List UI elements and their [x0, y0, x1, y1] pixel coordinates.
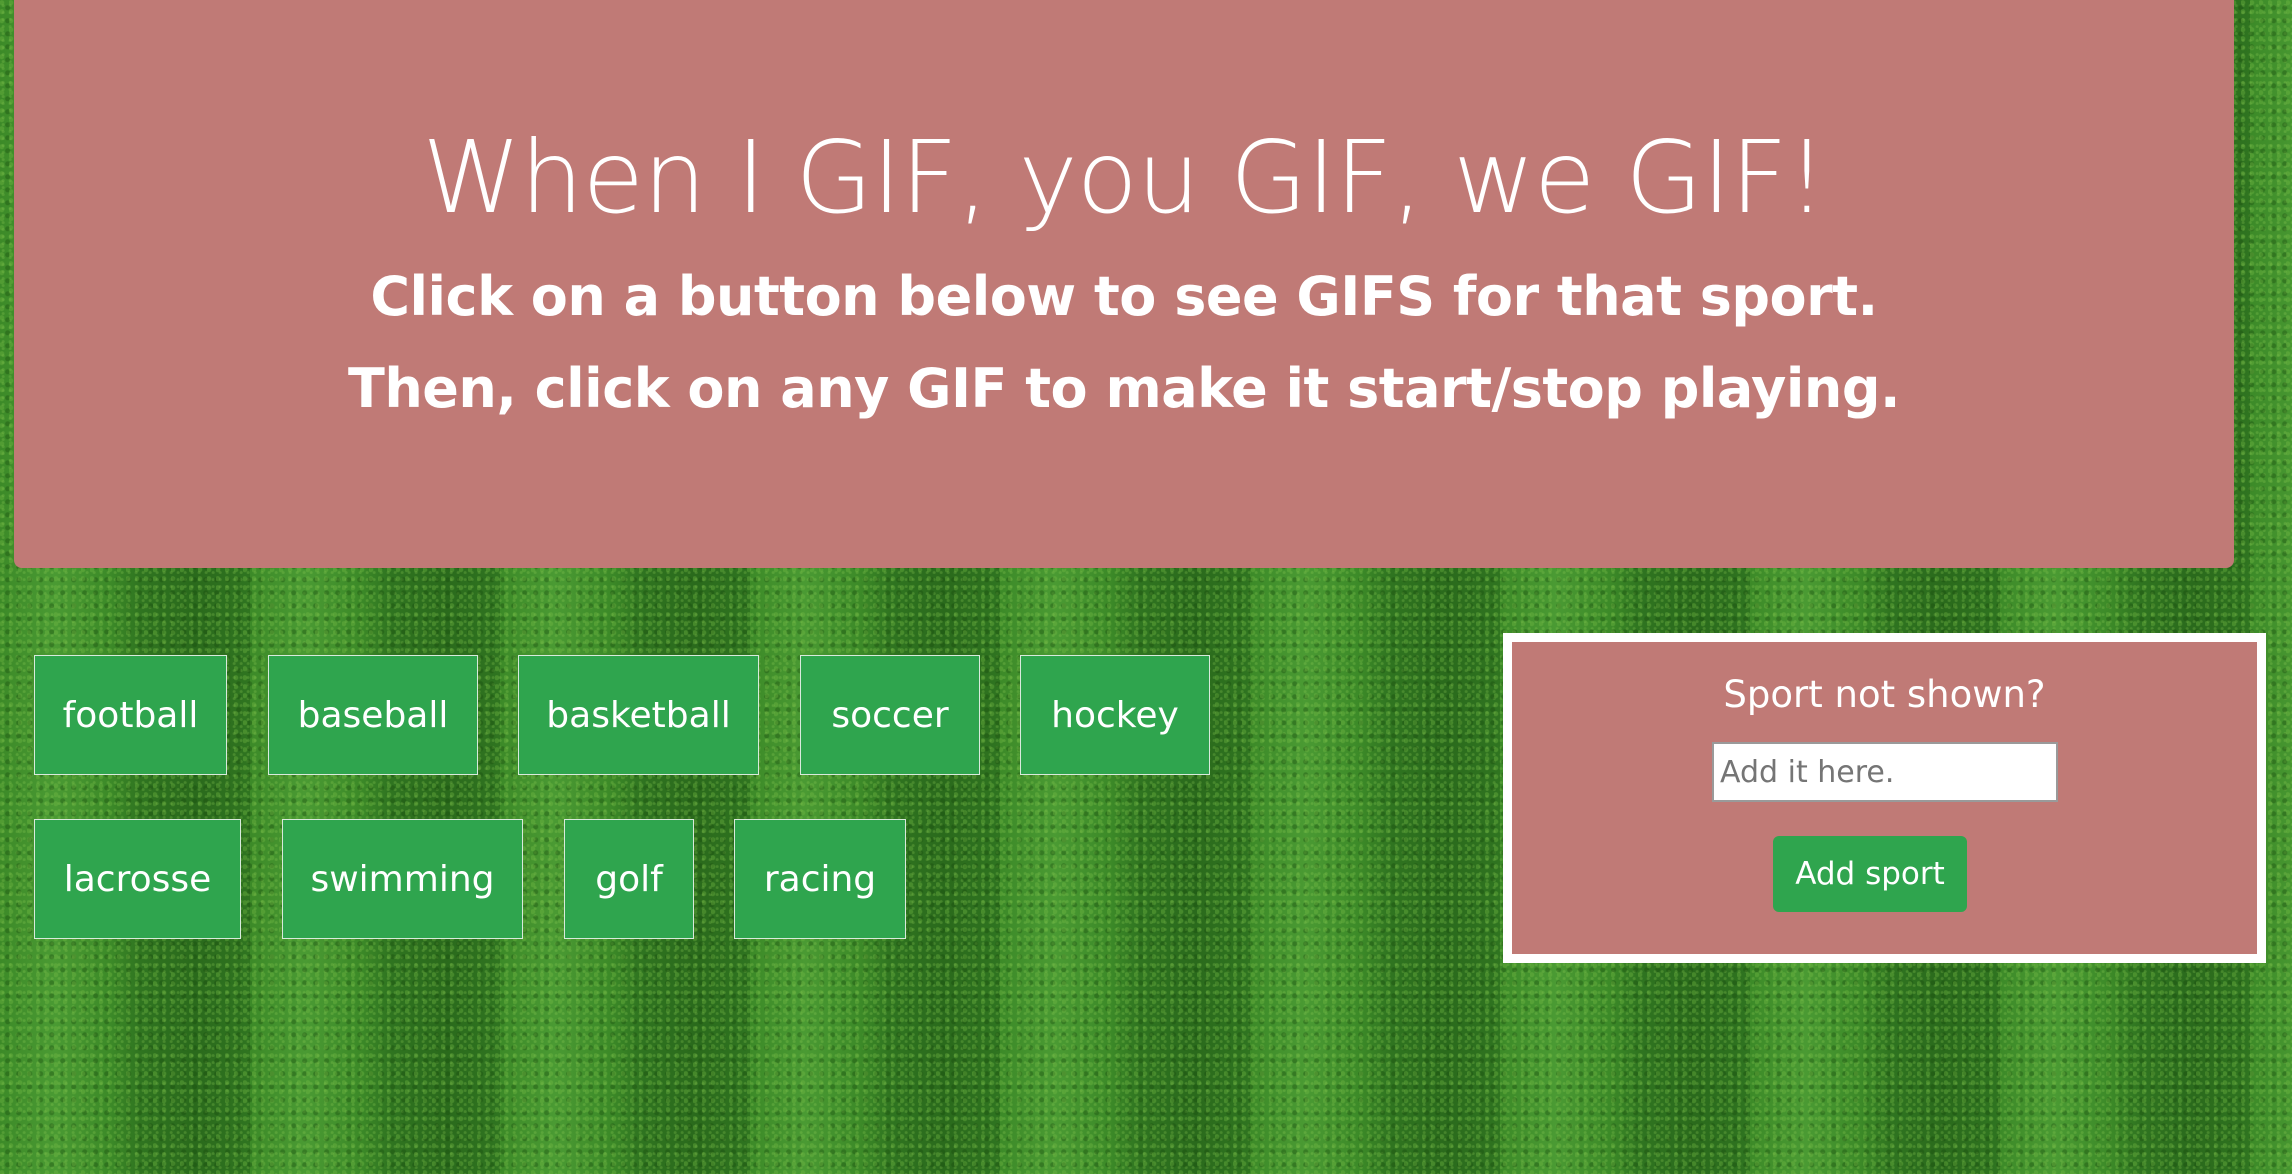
sport-button-basketball[interactable]: basketball: [518, 655, 759, 775]
sport-button-baseball[interactable]: baseball: [268, 655, 478, 775]
sport-button-swimming[interactable]: swimming: [282, 819, 523, 939]
add-sport-panel: Sport not shown? Add sport: [1503, 633, 2266, 963]
add-sport-prompt: Sport not shown?: [1723, 673, 2046, 716]
sport-button-football[interactable]: football: [34, 655, 227, 775]
sport-button-lacrosse[interactable]: lacrosse: [34, 819, 241, 939]
sport-button-racing[interactable]: racing: [734, 819, 906, 939]
instruction-line-1: Click on a button below to see GIFS for …: [370, 265, 1878, 328]
sport-button-soccer[interactable]: soccer: [800, 655, 980, 775]
page-background: { "header": { "title": "When I GIF, you …: [0, 0, 2292, 1174]
header-banner: When I GIF, you GIF, we GIF! Click on a …: [14, 0, 2234, 568]
sport-button-golf[interactable]: golf: [564, 819, 694, 939]
instruction-line-2: Then, click on any GIF to make it start/…: [348, 357, 1901, 420]
page-title: When I GIF, you GIF, we GIF!: [422, 119, 1827, 236]
add-sport-input[interactable]: [1712, 742, 2058, 802]
sport-button-hockey[interactable]: hockey: [1020, 655, 1210, 775]
add-sport-button[interactable]: Add sport: [1773, 836, 1967, 912]
